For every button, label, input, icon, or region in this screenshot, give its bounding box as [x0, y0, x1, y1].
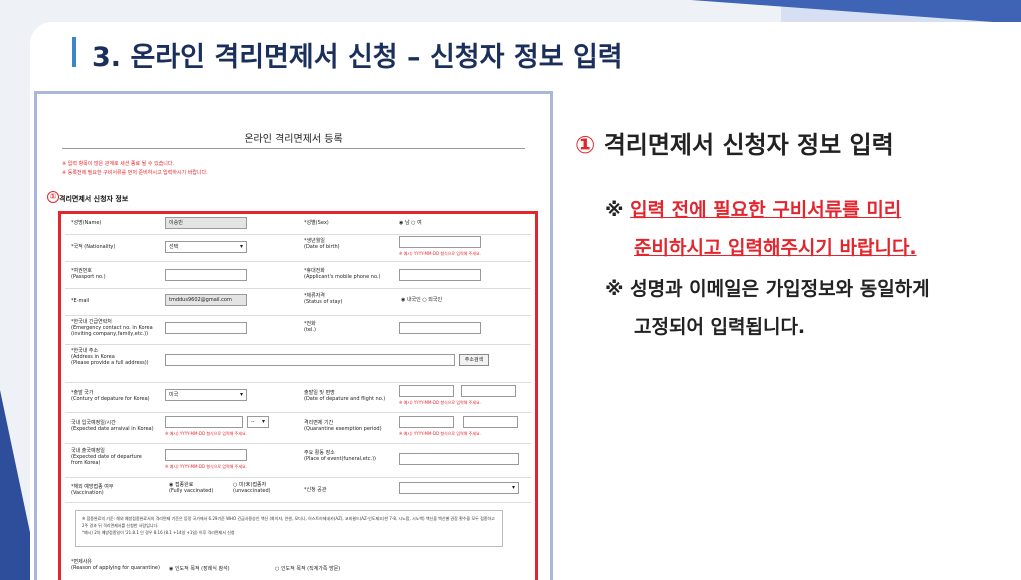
page-title: 3. 온라인 격리면제서 신청 – 신청자 정보 입력 — [92, 42, 623, 73]
reason-label: *면제사유 (Reason of applying for quarantine… — [71, 559, 160, 571]
date-hint: ※ 예시) YYYY-MM-DD 형식으로 입력해 주세요. — [165, 464, 247, 469]
row-divider — [65, 477, 531, 478]
address-search-button[interactable]: 주소검색 — [459, 354, 489, 366]
date-hint: ※ 예시) YYYY-MM-DD 형식으로 입력해 주세요. — [165, 431, 247, 436]
emergency-label: *한국내 긴급연락처 (Emergency contact no. in Kor… — [71, 319, 153, 337]
row-divider — [65, 234, 531, 235]
bullet-mark: ※ — [605, 199, 624, 221]
row-divider — [65, 412, 531, 413]
passport-label: *여권번호 (Passport no.) — [71, 268, 106, 280]
arrival-date-field[interactable] — [165, 416, 243, 428]
mobile-label: *휴대전화 (Applicant's mobile phone no.) — [304, 268, 381, 280]
section-heading: ① 격리면제서 신청자 정보 입력 — [575, 125, 894, 160]
row-divider — [65, 261, 531, 262]
vaccinated-radio[interactable]: ◉ 접종완료 (Fully vaccinated) — [169, 482, 213, 494]
heading-text: 격리면제서 신청자 정보 입력 — [603, 131, 894, 159]
row-divider — [65, 288, 531, 289]
agency-select[interactable] — [399, 482, 519, 494]
step-marker: ① — [47, 191, 59, 203]
address-label: *한국내 주소 (Address in Korea (Please provid… — [71, 348, 149, 366]
birth-date-field[interactable] — [399, 236, 481, 248]
name-label: *성명(Name) — [71, 220, 102, 226]
bullet-text-red: 입력 전에 필요한 구비서류를 미리 — [630, 199, 902, 221]
bullet-item: ※ 입력 전에 필요한 구비서류를 미리 — [605, 197, 901, 223]
vaccine-note: ※ 접종완료의 기준: 해외 예방접종완료서의 격리면제 기준은 등정 국가에서… — [75, 510, 503, 547]
departure-country-label: *출발 국가 (Contury of depature for Korea) — [71, 390, 150, 402]
mobile-field[interactable] — [399, 269, 481, 281]
flight-label: 출발일 및 편명 (Date of depature and flight no… — [304, 390, 386, 402]
notice-text: ※ 입력 항목이 많은 관계로 세션 종료 될 수 있습니다. — [62, 161, 175, 167]
name-field: 이승빈 — [165, 217, 247, 229]
step-number: ① — [575, 131, 596, 159]
form-screenshot: 온라인 격리면제서 등록 ※ 입력 항목이 많은 관계로 세션 종료 될 수 있… — [34, 91, 553, 580]
passport-field[interactable] — [165, 269, 247, 281]
row-divider — [65, 315, 531, 316]
stay-label: *체류자격 (Status of stay) — [304, 293, 343, 305]
address-field[interactable] — [165, 354, 455, 366]
date-hint: ※ 예시) YYYY-MM-DD 형식으로 입력해 주세요. — [399, 251, 481, 256]
quarantine-end-field[interactable] — [463, 416, 518, 428]
departure-korea-label: 국내 출국예정일 (Expected date of departure fro… — [71, 448, 142, 466]
bullet-text-red: 준비하시고 입력해주시기 바랍니다. — [634, 237, 917, 259]
row-divider — [65, 382, 531, 383]
bullet-item: ※ 성명과 이메일은 가입정보와 동일하게 — [605, 276, 930, 302]
slide: 3. 온라인 격리면제서 신청 – 신청자 정보 입력 온라인 격리면제서 등록… — [0, 0, 1021, 580]
section-label: 격리면제서 신청자 정보 — [59, 195, 129, 203]
nationality-label: *국적 (Nationality) — [71, 244, 116, 250]
divider — [62, 148, 525, 149]
date-hint: ※ 예시) YYYY-MM-DD 형식으로 입력해 주세요. — [399, 431, 481, 436]
reason-radio-funeral[interactable]: ◉ 인도적 목적 (장례식 참석) — [169, 566, 230, 572]
event-label: 주요 활동 장소 (Place of event(funeral,etc.)) — [304, 450, 376, 462]
sex-label: *성별(Sex) — [304, 220, 329, 226]
stay-radio[interactable]: ◉ 내국인 ○ 외국인 — [401, 297, 442, 303]
event-field[interactable] — [399, 453, 519, 465]
row-divider — [65, 344, 531, 345]
sex-radio[interactable]: ◉ 남 ○ 여 — [399, 220, 422, 226]
departure-date-field[interactable] — [399, 385, 454, 397]
email-field: tmddus9602@gmail.com — [165, 294, 247, 306]
highlight-box: *성명(Name) 이승빈 *성별(Sex) ◉ 남 ○ 여 *국적 (Nati… — [58, 211, 538, 580]
tel-label: *전화 (tel.) — [304, 321, 316, 333]
bullet-text: 성명과 이메일은 가입정보와 동일하게 — [630, 278, 930, 300]
quarantine-label: 격리면제 기간 (Quarantine exemption period) — [304, 420, 382, 432]
birth-label: *생년월일 (Date of birth) — [304, 238, 340, 250]
bullet-mark: ※ — [605, 278, 624, 300]
corner-decoration-accent — [691, 0, 1021, 24]
reason-radio-family[interactable]: ○ 인도적 목적 (직계가족 방문) — [275, 566, 340, 572]
flight-no-field[interactable] — [461, 385, 516, 397]
email-label: *E-mail — [71, 298, 90, 304]
bullet-text: 고정되어 입력됩니다. — [634, 316, 806, 338]
bullet-item-continued: 준비하시고 입력해주시기 바랍니다. — [634, 235, 917, 261]
title-accent-bar — [72, 37, 76, 67]
form-title: 온라인 격리면제서 등록 — [244, 134, 343, 145]
tel-field[interactable] — [399, 322, 481, 334]
arrival-time-select[interactable]: -- — [247, 416, 269, 428]
unvaccinated-radio[interactable]: ○ 미(未)접종자 (unvaccinated) — [233, 482, 271, 494]
date-hint: ※ 예시) YYYY-MM-DD 형식으로 입력해 주세요. — [399, 400, 481, 405]
departure-korea-field[interactable] — [165, 449, 247, 461]
nationality-select[interactable]: 선택 — [165, 241, 247, 253]
row-divider — [65, 443, 531, 444]
vaccine-label: *해외 예방접종 여부 (Vaccination) — [71, 484, 114, 496]
agency-label: *신청 공관 — [304, 487, 327, 493]
bullet-item-continued: 고정되어 입력됩니다. — [634, 314, 805, 340]
emergency-field[interactable] — [165, 322, 247, 334]
quarantine-start-field[interactable] — [399, 416, 454, 428]
arrival-label: 국내 입국예정일/시간 (Expected date arraival in K… — [71, 420, 154, 432]
departure-country-select[interactable]: 미국 — [165, 389, 247, 401]
notice-text: ※ 등록전에 필요한 구비서류를 먼저 준비하시고 입력하시기 바랍니다. — [62, 170, 208, 176]
row-divider — [65, 502, 531, 503]
